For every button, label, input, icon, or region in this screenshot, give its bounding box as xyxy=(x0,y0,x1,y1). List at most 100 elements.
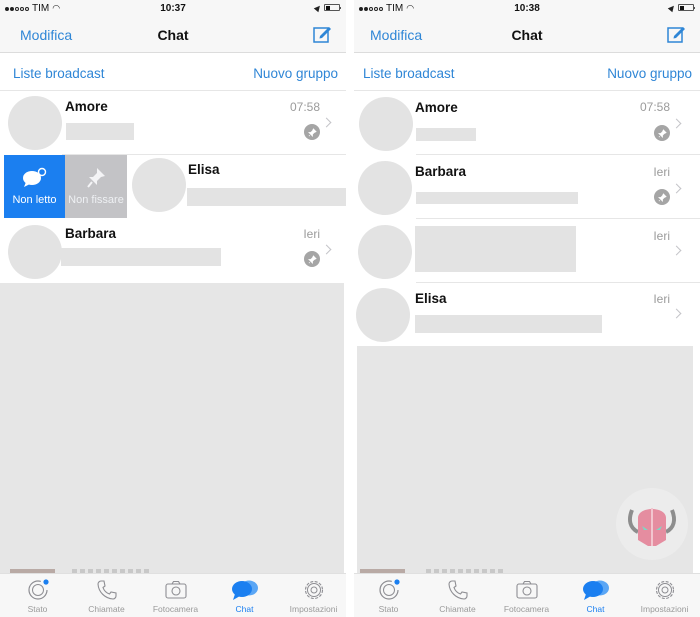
chevron-right-icon xyxy=(671,118,682,129)
status-icon xyxy=(27,579,49,600)
broadcast-lists-link[interactable]: Liste broadcast xyxy=(13,66,105,81)
new-group-link[interactable]: Nuovo gruppo xyxy=(253,66,338,81)
location-icon xyxy=(667,3,677,12)
unread-chat-icon xyxy=(22,167,46,187)
tab-label: Impostazioni xyxy=(640,604,689,614)
chat-name: Elisa xyxy=(415,291,447,306)
chat-time: 07:58 xyxy=(639,100,670,114)
tab-camera[interactable]: Fotocamera xyxy=(141,574,210,617)
tab-bar: Stato Chiamate Fotocamera Chat Impostazi… xyxy=(354,573,700,617)
page-title: Chat xyxy=(511,27,543,43)
avatar xyxy=(359,97,413,151)
pin-icon xyxy=(304,124,320,140)
chat-bubbles-icon xyxy=(582,580,609,600)
tab-label: Impostazioni xyxy=(289,604,338,614)
compose-icon[interactable] xyxy=(666,24,686,44)
chat-row-amore[interactable]: Amore 07:58 xyxy=(0,92,346,155)
avatar xyxy=(358,225,412,279)
status-bar: TIM ◠ 10:38 xyxy=(354,0,700,17)
status-time: 10:38 xyxy=(514,3,540,14)
status-right xyxy=(313,3,341,12)
chat-time: 07:58 xyxy=(289,100,320,114)
chat-time: Ieri xyxy=(653,165,670,179)
mark-unread-action[interactable]: Non letto xyxy=(4,155,65,218)
row-divider xyxy=(416,154,700,155)
helmet-logo-icon xyxy=(628,508,676,546)
tab-chat[interactable]: Chat xyxy=(561,574,630,617)
avatar xyxy=(8,96,62,150)
pin-icon xyxy=(654,189,670,205)
chevron-right-icon xyxy=(671,308,682,319)
tab-calls[interactable]: Chiamate xyxy=(72,574,141,617)
tab-label: Chat xyxy=(586,604,605,614)
tab-bar: Stato Chiamate Fotocamera Chat Impostazi… xyxy=(0,573,346,617)
chevron-right-icon xyxy=(671,245,682,256)
camera-icon xyxy=(515,580,538,599)
name-and-preview-redacted xyxy=(415,226,576,272)
tab-settings[interactable]: Impostazioni xyxy=(630,574,699,617)
tab-chat[interactable]: Chat xyxy=(210,574,279,617)
watermark-logo xyxy=(616,488,688,560)
chevron-right-icon xyxy=(321,117,332,128)
tab-label: Chiamate xyxy=(88,604,125,614)
gear-icon xyxy=(304,580,323,600)
chat-row-barbara[interactable]: Barbara Ieri xyxy=(354,156,700,219)
avatar xyxy=(8,225,62,279)
tab-camera[interactable]: Fotocamera xyxy=(492,574,561,617)
tab-settings[interactable]: Impostazioni xyxy=(279,574,346,617)
chat-name: Amore xyxy=(415,100,458,115)
phone-screen-before: TIM ◠ 10:37 Modifica Chat Liste broadcas… xyxy=(0,0,346,617)
chat-row-elisa[interactable]: Elisa xyxy=(127,155,346,218)
links-bar: Liste broadcast Nuovo gruppo xyxy=(354,54,700,91)
mark-unread-label: Non letto xyxy=(12,194,57,206)
tab-status[interactable]: Stato xyxy=(3,574,72,617)
status-time: 10:37 xyxy=(160,3,186,14)
message-preview-redacted xyxy=(66,123,134,140)
pin-icon xyxy=(87,168,105,188)
redacted-chat-list-area xyxy=(0,283,344,573)
camera-icon xyxy=(164,580,187,599)
chat-time: Ieri xyxy=(653,229,670,243)
gear-icon xyxy=(655,580,674,600)
nav-bar: Modifica Chat xyxy=(0,17,346,53)
chat-bubbles-icon xyxy=(231,580,258,600)
chat-row-amore[interactable]: Amore 07:58 xyxy=(354,92,700,155)
avatar xyxy=(356,288,410,342)
status-icon xyxy=(378,579,400,600)
broadcast-lists-link[interactable]: Liste broadcast xyxy=(363,66,455,81)
chat-name: Barbara xyxy=(415,164,467,179)
chat-name: Amore xyxy=(65,99,108,114)
tab-status[interactable]: Stato xyxy=(354,574,423,617)
location-icon xyxy=(313,3,323,12)
tab-label: Stato xyxy=(378,604,399,614)
chevron-right-icon xyxy=(321,244,332,255)
tab-label: Stato xyxy=(27,604,48,614)
message-preview-redacted xyxy=(61,248,221,266)
compose-icon[interactable] xyxy=(312,24,332,44)
chat-name: Elisa xyxy=(188,162,220,177)
battery-icon xyxy=(678,4,695,11)
links-bar: Liste broadcast Nuovo gruppo xyxy=(0,54,346,91)
row-divider xyxy=(416,282,700,283)
tab-label: Fotocamera xyxy=(152,604,199,614)
nav-bar: Modifica Chat xyxy=(354,17,700,53)
row-divider xyxy=(416,218,700,219)
avatar xyxy=(358,161,412,215)
page-title: Chat xyxy=(157,27,189,43)
chat-row-barbara[interactable]: Barbara Ieri xyxy=(0,219,346,282)
pin-icon xyxy=(304,251,320,267)
message-preview-redacted xyxy=(416,192,578,204)
status-bar: TIM ◠ 10:37 xyxy=(0,0,346,17)
unpin-action[interactable]: Non fissare xyxy=(65,155,127,218)
chat-row-redacted[interactable]: Ieri xyxy=(354,220,700,283)
message-preview-redacted xyxy=(187,188,346,206)
tab-calls[interactable]: Chiamate xyxy=(423,574,492,617)
phone-icon xyxy=(96,580,117,600)
chat-row-elisa[interactable]: Elisa Ieri xyxy=(354,284,700,347)
battery-icon xyxy=(324,4,341,11)
chat-name: Barbara xyxy=(65,226,117,241)
new-group-link[interactable]: Nuovo gruppo xyxy=(607,66,692,81)
status-right xyxy=(667,3,695,12)
tab-label: Chiamate xyxy=(439,604,476,614)
chevron-right-icon xyxy=(671,183,682,194)
